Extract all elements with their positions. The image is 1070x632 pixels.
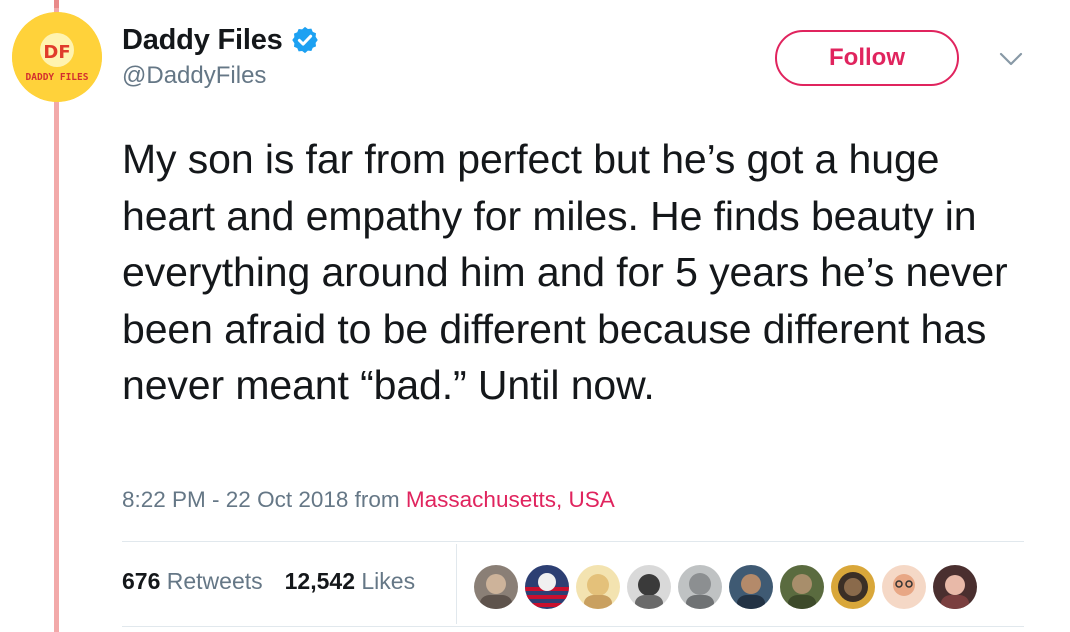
divider: [122, 626, 1024, 627]
liker-avatar[interactable]: [780, 565, 824, 609]
tweet-location[interactable]: Massachusetts, USA: [406, 487, 615, 512]
likes-stat[interactable]: 12,542 Likes: [285, 568, 415, 595]
liker-avatar[interactable]: [831, 565, 875, 609]
divider: [122, 541, 1024, 542]
author-handle[interactable]: @DaddyFiles: [122, 62, 320, 90]
tweet-meta: 8:22 PM - 22 Oct 2018 from Massachusetts…: [122, 487, 615, 513]
author-name[interactable]: Daddy Files: [122, 24, 283, 57]
liker-avatar[interactable]: [729, 565, 773, 609]
liker-avatar[interactable]: [525, 565, 569, 609]
liker-avatar[interactable]: [576, 565, 620, 609]
likes-label: Likes: [361, 568, 416, 594]
liker-avatar[interactable]: [882, 565, 926, 609]
avatar-brand-text: DADDY FILES: [26, 72, 89, 83]
verified-badge-icon: [291, 26, 318, 54]
follow-button[interactable]: Follow: [775, 30, 959, 86]
thread-line-top: [54, 0, 59, 8]
likes-count: 12,542: [284, 568, 355, 594]
liker-avatars: [474, 565, 984, 609]
tweet-timestamp[interactable]: 8:22 PM - 22 Oct 2018: [122, 487, 348, 512]
liker-avatar[interactable]: [933, 565, 977, 609]
liker-avatar[interactable]: [627, 565, 671, 609]
liker-avatar[interactable]: [474, 565, 518, 609]
avatar[interactable]: DF DADDY FILES: [12, 12, 102, 102]
chevron-down-icon[interactable]: [998, 50, 1024, 68]
from-label: from: [354, 487, 400, 512]
author-name-row: Daddy Files: [122, 20, 320, 60]
tweet-header: Daddy Files @DaddyFiles: [122, 20, 320, 90]
tweet-text: My son is far from perfect but he’s got …: [122, 136, 1008, 409]
retweets-stat[interactable]: 676 Retweets: [122, 568, 263, 595]
retweets-label: Retweets: [166, 568, 263, 594]
liker-avatar[interactable]: [678, 565, 722, 609]
tweet-stats: 676 Retweets 12,542 Likes: [122, 568, 415, 595]
avatar-initials: DF: [43, 42, 70, 63]
stats-separator: [456, 544, 457, 624]
retweets-count: 676: [122, 568, 161, 594]
